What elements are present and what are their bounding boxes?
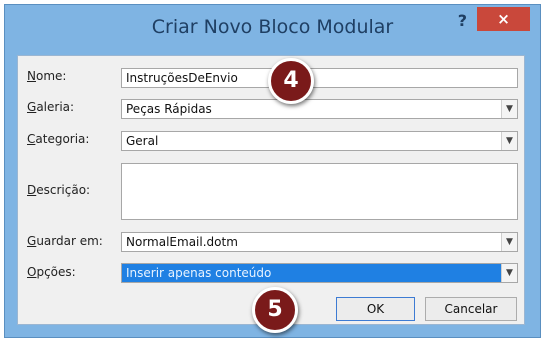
nome-label: Nome: xyxy=(27,69,67,83)
cancel-button[interactable]: Cancelar xyxy=(425,297,517,321)
step-5-callout: 5 xyxy=(252,287,298,333)
opcoes-select[interactable]: Inserir apenas conteúdo ▼ xyxy=(121,263,518,283)
ok-button[interactable]: OK xyxy=(336,297,415,321)
close-icon: × xyxy=(497,10,510,28)
help-button[interactable]: ? xyxy=(458,11,467,30)
nome-input[interactable]: InstruçõesDeEnvio xyxy=(121,68,518,88)
title-bar: Criar Novo Bloco Modular ? × xyxy=(5,5,540,55)
categoria-select[interactable]: Geral ▼ xyxy=(121,131,518,151)
close-button[interactable]: × xyxy=(477,7,530,31)
chevron-down-icon[interactable]: ▼ xyxy=(501,132,517,150)
step-4-callout: 4 xyxy=(268,58,314,104)
chevron-down-icon[interactable]: ▼ xyxy=(501,264,517,282)
galeria-select[interactable]: Peças Rápidas ▼ xyxy=(121,99,518,119)
guardar-em-select[interactable]: NormalEmail.dotm ▼ xyxy=(121,232,518,252)
descricao-label: Descrição: xyxy=(27,183,91,197)
descricao-textarea[interactable] xyxy=(121,163,518,220)
galeria-label: Galeria: xyxy=(27,100,75,114)
categoria-value: Geral xyxy=(126,134,159,148)
guardar-em-label: Guardar em: xyxy=(27,234,103,248)
chevron-down-icon[interactable]: ▼ xyxy=(501,100,517,118)
guardar-em-value: NormalEmail.dotm xyxy=(126,235,238,249)
categoria-label: Categoria: xyxy=(27,132,90,146)
opcoes-label: Opções: xyxy=(27,265,76,279)
chevron-down-icon[interactable]: ▼ xyxy=(501,233,517,251)
galeria-value: Peças Rápidas xyxy=(126,102,212,116)
dialog-body: Nome: InstruçõesDeEnvio Galeria: Peças R… xyxy=(17,55,525,325)
opcoes-value: Inserir apenas conteúdo xyxy=(126,266,272,280)
